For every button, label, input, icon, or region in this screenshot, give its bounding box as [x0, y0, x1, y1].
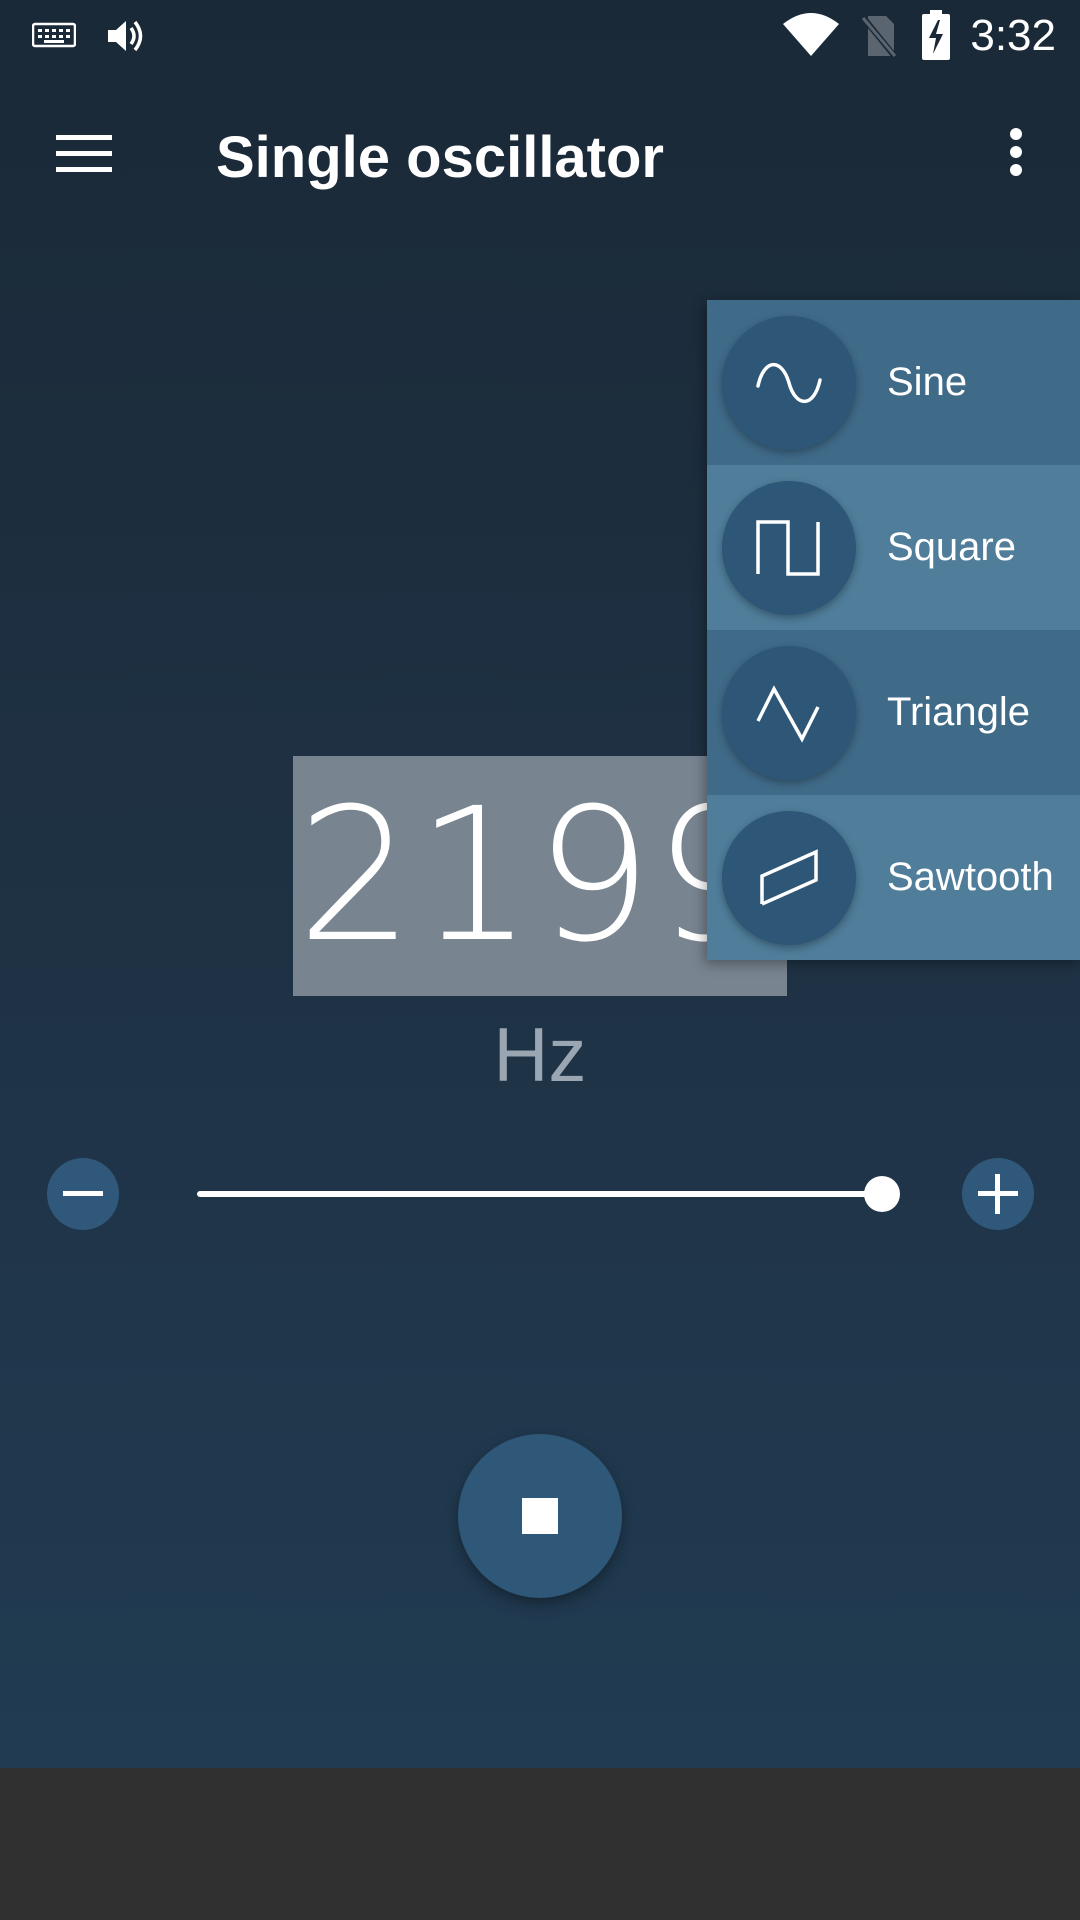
- stop-button[interactable]: [458, 1434, 622, 1598]
- slider-thumb[interactable]: [864, 1176, 900, 1212]
- more-vert-icon: [1010, 128, 1022, 176]
- slider-track: [197, 1191, 882, 1197]
- waveform-icon-circle: [722, 811, 856, 945]
- waveform-item-sawtooth[interactable]: Sawtooth: [707, 795, 1080, 960]
- stop-icon: [522, 1498, 558, 1534]
- waveform-icon-circle: [722, 646, 856, 780]
- increase-frequency-button[interactable]: [962, 1158, 1034, 1230]
- waveform-icon-circle: [722, 481, 856, 615]
- minus-icon: [63, 1191, 103, 1196]
- frequency-slider[interactable]: [197, 1170, 907, 1218]
- status-time: 3:32: [970, 11, 1056, 60]
- frequency-unit: Hz: [493, 1013, 587, 1098]
- plus-icon: [978, 1174, 1018, 1214]
- wifi-icon: [783, 13, 839, 56]
- page-title: Single oscillator: [216, 125, 664, 190]
- battery-charging-icon: [922, 10, 950, 60]
- app-bar: Single oscillator: [0, 72, 1080, 240]
- waveform-item-square[interactable]: Square: [707, 465, 1080, 630]
- volume-icon: [108, 20, 143, 52]
- overflow-menu-button[interactable]: [976, 112, 1056, 192]
- waveform-icon-circle: [722, 316, 856, 450]
- sawtooth-wave-icon: [760, 849, 818, 906]
- keyboard-icon: [32, 22, 76, 48]
- no-sim-icon: [859, 14, 898, 60]
- navigation-bar: [0, 1768, 1080, 1920]
- sine-wave-icon: [756, 362, 822, 404]
- status-bar: 3:32: [0, 0, 1080, 72]
- waveform-item-sine[interactable]: Sine: [707, 300, 1080, 465]
- decrease-frequency-button[interactable]: [47, 1158, 119, 1230]
- waveform-label: Square: [887, 525, 1016, 569]
- menu-button[interactable]: [40, 118, 128, 190]
- square-wave-icon: [756, 520, 820, 576]
- triangle-wave-icon: [756, 685, 820, 743]
- waveform-item-triangle[interactable]: Triangle: [707, 630, 1080, 795]
- waveform-label: Triangle: [887, 690, 1031, 734]
- waveform-menu: Sine Square Triangle Sawtooth: [707, 300, 1080, 960]
- waveform-label: Sine: [887, 360, 968, 404]
- menu-icon: [56, 135, 112, 172]
- screen: 3:32 Single oscillator 21999 Hz: [0, 0, 1080, 1920]
- waveform-label: Sawtooth: [887, 855, 1054, 899]
